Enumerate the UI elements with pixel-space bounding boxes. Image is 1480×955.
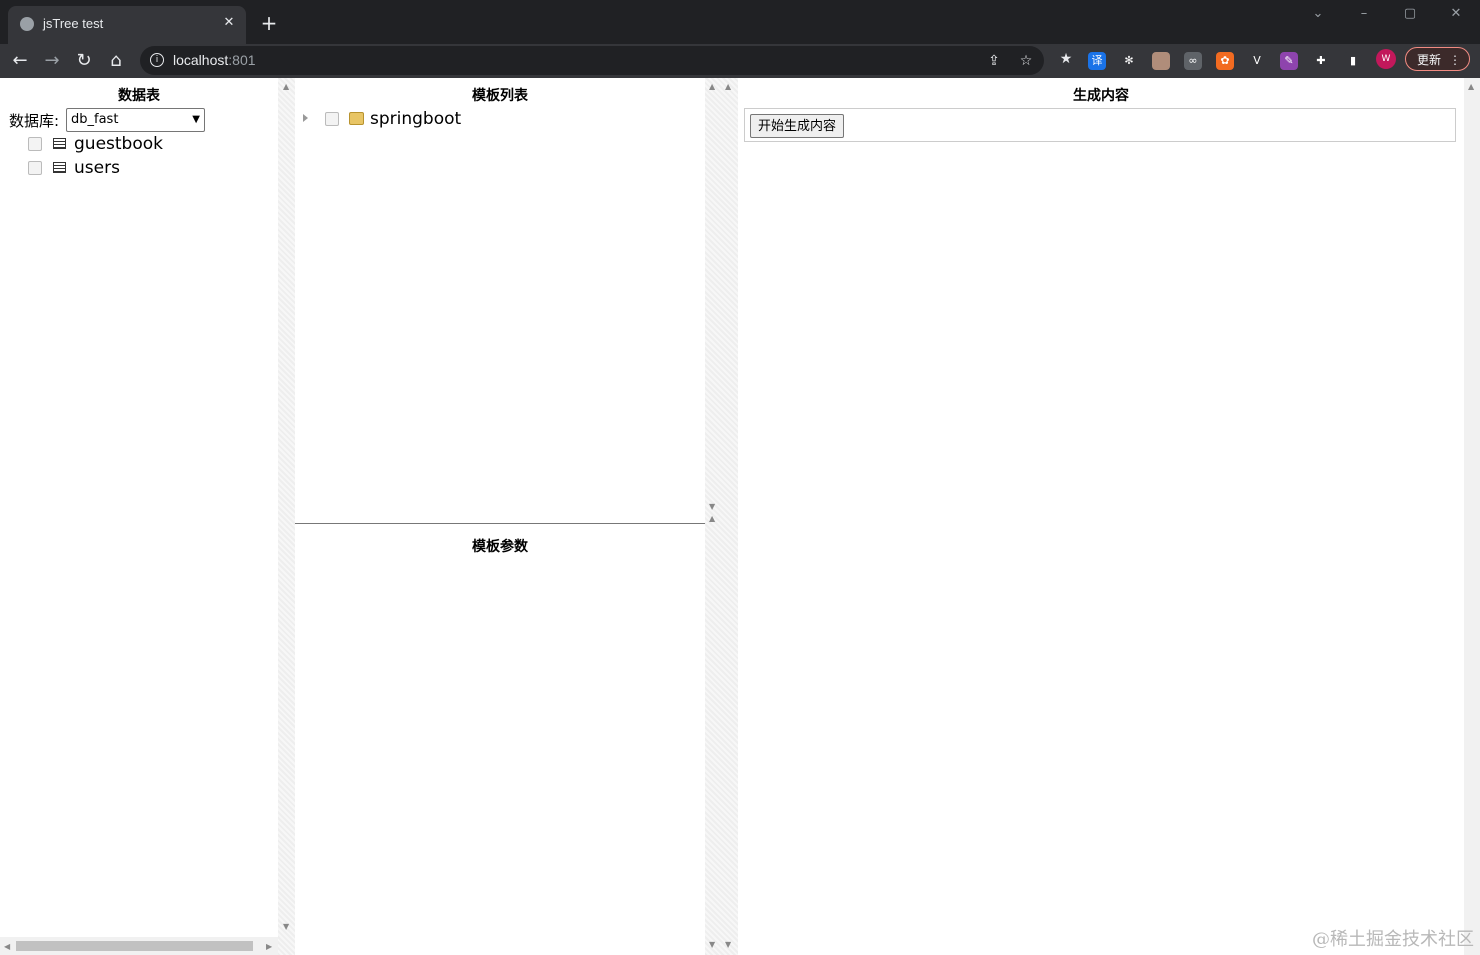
generated-content-panel: 生成内容 开始生成内容 [738,78,1464,955]
orange-extension-icon[interactable]: ✿ [1216,52,1234,70]
globe-icon [20,17,34,31]
scrollbar-thumb[interactable] [16,941,253,951]
template-list-title: 模板列表 [472,88,528,104]
circle-extension-icon[interactable] [1152,52,1170,70]
vue-extension-icon[interactable]: V [1248,52,1266,70]
scroll-up-icon[interactable]: ▲ [1468,82,1474,91]
tree-checkbox[interactable] [325,112,339,126]
scroll-right-icon[interactable]: ▶ [266,942,272,951]
new-tab-button[interactable]: + [258,12,280,34]
scroll-down-icon[interactable]: ▼ [725,940,731,949]
colorful-extension-icon[interactable]: ✻ [1120,52,1138,70]
templates-panel: 模板列表 springboot 模板参数 [295,78,705,955]
scroll-up-icon[interactable]: ▲ [709,82,715,91]
generate-toolbar: 开始生成内容 [744,108,1456,142]
tab-search-icon[interactable]: ⌄ [1303,4,1333,24]
left-splitter[interactable]: ▲ ▼ [278,78,295,955]
puzzle-extension-icon[interactable]: ✚ [1312,52,1330,70]
site-info-icon[interactable]: i [150,53,164,67]
horizontal-divider[interactable] [295,523,705,524]
tab-title: jsTree test [43,16,104,31]
browser-tab[interactable]: jsTree test ✕ [8,6,246,44]
restore-button[interactable]: ▢ [1395,4,1425,24]
browser-toolbar: ← → ↻ ⌂ i localhost:801 ⇪ ☆ ★ 译 ✻ ∞ ✿ V ✎ ✚ ▮ [0,44,1480,78]
table-icon [53,162,66,173]
folder-icon [349,112,364,125]
profile-avatar[interactable]: W [1376,49,1396,69]
tree-expand-icon[interactable] [303,114,308,122]
tree-item-label[interactable]: guestbook [74,134,163,154]
forward-button[interactable]: → [40,49,64,73]
start-generate-button[interactable]: 开始生成内容 [750,114,845,138]
scroll-down-icon[interactable]: ▼ [709,502,715,511]
data-tables-panel: 数据表 数据库: db_fast ▼ guestbook users ◀ ▶ [0,78,278,955]
generated-content-title: 生成内容 [1073,88,1129,104]
bookmarks-icon[interactable]: ★ [1056,49,1076,69]
address-bar[interactable]: i localhost:801 ⇪ ☆ [140,46,1044,75]
horizontal-scrollbar[interactable]: ◀ ▶ [0,937,278,955]
database-label: 数据库: [9,112,60,130]
right-splitter[interactable]: ▲ ▲ ▼ ▲ ▼ ▼ [705,78,738,955]
scroll-down-icon[interactable]: ▼ [283,922,289,931]
menu-dots-icon[interactable]: ⋮ [1449,48,1461,72]
chevron-down-icon: ▼ [192,114,200,125]
tree-item-label[interactable]: users [74,158,120,178]
data-tables-title: 数据表 [118,88,160,104]
page-content: 数据表 数据库: db_fast ▼ guestbook users ◀ ▶ ▲… [0,78,1480,955]
translate-extension-icon[interactable]: 译 [1088,52,1106,70]
scroll-up-icon[interactable]: ▲ [725,82,731,91]
share-icon[interactable]: ⇪ [984,51,1004,71]
scroll-left-icon[interactable]: ◀ [4,942,10,951]
tree-item-label[interactable]: springboot [370,109,461,129]
tree-checkbox[interactable] [28,161,42,175]
home-button[interactable]: ⌂ [104,49,128,73]
purple-extension-icon[interactable]: ✎ [1280,52,1298,70]
table-icon [53,138,66,149]
update-button[interactable]: 更新 ⋮ [1405,47,1470,71]
tree-checkbox[interactable] [28,137,42,151]
scroll-down-icon[interactable]: ▼ [709,940,715,949]
bookmark-star-icon[interactable]: ☆ [1016,51,1036,71]
database-select[interactable]: db_fast ▼ [66,108,205,132]
url-text: localhost:801 [173,52,256,68]
tab-close-icon[interactable]: ✕ [220,14,238,32]
watermark: @稀土掘金技术社区 [1312,929,1474,950]
browser-titlebar: jsTree test ✕ + ⌄ – ▢ ✕ [0,0,1480,44]
owl-extension-icon[interactable]: ∞ [1184,52,1202,70]
back-button[interactable]: ← [8,49,32,73]
reload-button[interactable]: ↻ [72,49,96,73]
scroll-up-icon[interactable]: ▲ [283,82,289,91]
close-window-button[interactable]: ✕ [1441,4,1471,24]
sidepanel-extension-icon[interactable]: ▮ [1344,52,1362,70]
scroll-up-icon[interactable]: ▲ [709,514,715,523]
vertical-scrollbar[interactable]: ▲ [1464,78,1480,955]
minimize-button[interactable]: – [1349,4,1379,24]
template-params-title: 模板参数 [472,539,528,555]
